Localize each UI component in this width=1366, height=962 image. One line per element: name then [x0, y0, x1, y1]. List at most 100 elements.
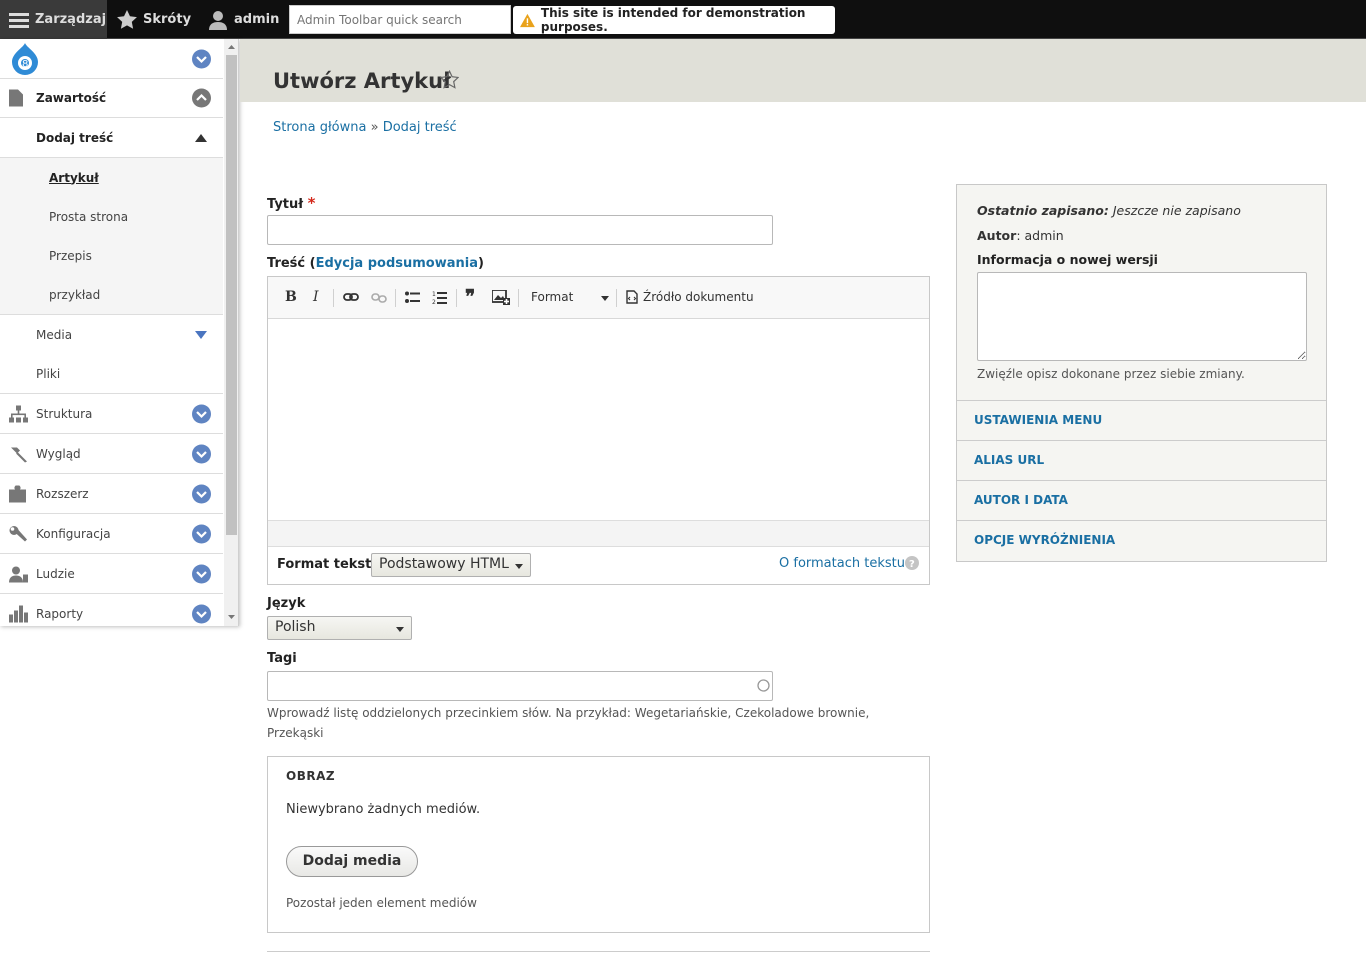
source-button[interactable]: Źródło dokumentu	[626, 290, 754, 304]
revision-log-textarea[interactable]	[977, 272, 1307, 361]
divider	[267, 951, 930, 952]
sidebar-item-content[interactable]: Zawartość	[0, 79, 223, 118]
sidebar-item-label: Przepis	[49, 248, 92, 263]
menu-settings-section[interactable]: USTAWIENIA MENU	[957, 401, 1326, 441]
caret-down-icon	[396, 627, 404, 632]
sidebar-item-label: Zawartość	[36, 91, 107, 105]
shortcut-star-icon[interactable]	[440, 70, 459, 89]
sidebar-item-extend[interactable]: Rozszerz	[0, 474, 223, 514]
sidebar-item-label: Raporty	[36, 607, 84, 621]
chevron-up-icon[interactable]	[192, 88, 211, 108]
breadcrumb-home-link[interactable]: Strona główna	[273, 120, 366, 135]
link-icon[interactable]	[343, 292, 359, 302]
warning-icon	[520, 13, 535, 27]
chevron-down-icon[interactable]	[192, 444, 211, 463]
scroll-down-arrow-icon[interactable]	[224, 611, 239, 623]
chevron-down-icon[interactable]	[192, 404, 211, 423]
shortcuts-button[interactable]: Skróty	[117, 0, 191, 39]
chart-icon	[9, 605, 28, 623]
paint-icon	[11, 447, 27, 462]
format-dropdown[interactable]: Format	[531, 290, 609, 304]
text-format-select[interactable]: Podstawowy HTML	[371, 553, 531, 577]
bullet-list-icon[interactable]	[405, 291, 420, 304]
sidebar-scrollbar[interactable]	[224, 39, 239, 626]
add-media-button[interactable]: Dodaj media	[286, 846, 418, 877]
editor-content-area[interactable]	[268, 319, 929, 520]
admin-menu-tray: 8 Zawartość Dodaj treść Artykuł Prosta s…	[0, 39, 239, 626]
page-title: Utwórz Artykuł	[273, 69, 451, 93]
insert-image-icon[interactable]	[492, 290, 510, 305]
toolbar-divider	[518, 289, 519, 307]
sidebar-item-basic-page[interactable]: Prosta strona	[0, 197, 223, 236]
tags-input[interactable]	[267, 671, 773, 701]
sidebar-item-configuration[interactable]: Konfiguracja	[0, 514, 223, 554]
edit-summary-link[interactable]: Edycja podsumowania	[316, 256, 478, 271]
sidebar-item-media[interactable]: Media	[0, 315, 223, 354]
admin-toolbar: Zarządzaj Skróty admin This site is inte…	[0, 0, 1366, 39]
svg-text:1: 1	[432, 291, 436, 298]
sidebar-item-label: Artykuł	[49, 170, 99, 185]
revision-label: Informacja o nowej wersji	[977, 252, 1158, 267]
sitemap-icon	[9, 405, 28, 422]
last-saved: Ostatnio zapisano: Jeszcze nie zapisano	[977, 203, 1241, 218]
toolbar-search-input[interactable]	[289, 5, 511, 34]
language-select[interactable]: Polish	[267, 616, 412, 640]
sidebar-item-add-content[interactable]: Dodaj treść	[0, 118, 223, 158]
svg-text:8: 8	[22, 59, 28, 70]
scroll-up-arrow-icon[interactable]	[224, 41, 239, 53]
title-input[interactable]	[267, 215, 773, 245]
drupal-logo-row[interactable]: 8	[0, 39, 223, 79]
user-menu-button[interactable]: admin	[208, 0, 279, 39]
chevron-down-icon[interactable]	[192, 484, 211, 503]
star-icon	[117, 10, 137, 29]
puzzle-icon	[9, 485, 26, 502]
sidebar-item-example[interactable]: przykład	[0, 275, 223, 315]
chevron-down-icon[interactable]	[192, 524, 211, 543]
file-icon	[9, 89, 23, 107]
svg-text:2: 2	[432, 299, 436, 305]
sidebar-item-label: przykład	[49, 287, 101, 302]
sidebar-item-label: Dodaj treść	[36, 130, 114, 145]
manage-menu-button[interactable]: Zarządzaj	[0, 0, 107, 39]
manage-label: Zarządzaj	[35, 12, 107, 27]
meta-sidebar: Ostatnio zapisano: Jeszcze nie zapisano …	[956, 184, 1327, 562]
promotion-options-section[interactable]: OPCJE WYRÓŻNIENIA	[957, 521, 1326, 561]
title-label: Tytuł *	[267, 194, 316, 212]
scrollbar-thumb[interactable]	[226, 55, 237, 535]
sidebar-item-label: Prosta strona	[49, 209, 129, 224]
required-mark: *	[307, 194, 316, 212]
sidebar-item-appearance[interactable]: Wygląd	[0, 434, 223, 474]
sidebar-item-files[interactable]: Pliki	[0, 354, 223, 394]
chevron-down-icon[interactable]	[192, 49, 211, 68]
tags-label: Tagi	[267, 651, 297, 666]
chevron-down-icon[interactable]	[192, 604, 211, 624]
user-icon	[209, 10, 227, 30]
editor-status-bar	[268, 520, 929, 547]
drupal-logo-icon: 8	[12, 42, 38, 75]
sidebar-item-structure[interactable]: Struktura	[0, 394, 223, 434]
italic-icon[interactable]: I	[313, 289, 319, 305]
breadcrumb-separator: »	[370, 120, 379, 135]
caret-up-icon[interactable]	[195, 133, 207, 142]
body-label: Treść (Edycja podsumowania)	[267, 256, 484, 271]
url-alias-section[interactable]: ALIAS URL	[957, 441, 1326, 481]
chevron-down-icon[interactable]	[192, 564, 211, 583]
about-text-formats-link[interactable]: O formatach tekstu	[779, 556, 905, 571]
sidebar-item-reports[interactable]: Raporty	[0, 594, 223, 626]
sidebar-item-people[interactable]: Ludzie	[0, 554, 223, 594]
rich-text-editor: B I 12 ❞ Format Źródło dokumentu Format …	[267, 276, 930, 585]
revision-description: Zwięźle opisz dokonane przez siebie zmia…	[977, 367, 1245, 381]
author-date-section[interactable]: AUTOR I DATA	[957, 481, 1326, 521]
caret-down-icon	[515, 564, 523, 569]
breadcrumb-current-link[interactable]: Dodaj treść	[383, 120, 457, 135]
help-icon[interactable]: ?	[905, 556, 919, 570]
sidebar-item-recipe[interactable]: Przepis	[0, 236, 223, 275]
breadcrumb: Strona główna » Dodaj treść	[273, 120, 457, 135]
blockquote-icon[interactable]: ❞	[465, 286, 475, 308]
unlink-icon[interactable]	[371, 292, 387, 304]
bold-icon[interactable]: B	[285, 289, 297, 305]
caret-down-icon[interactable]	[195, 330, 207, 339]
sidebar-item-article[interactable]: Artykuł	[0, 158, 223, 197]
numbered-list-icon[interactable]: 12	[432, 290, 447, 305]
language-label: Język	[267, 596, 306, 611]
